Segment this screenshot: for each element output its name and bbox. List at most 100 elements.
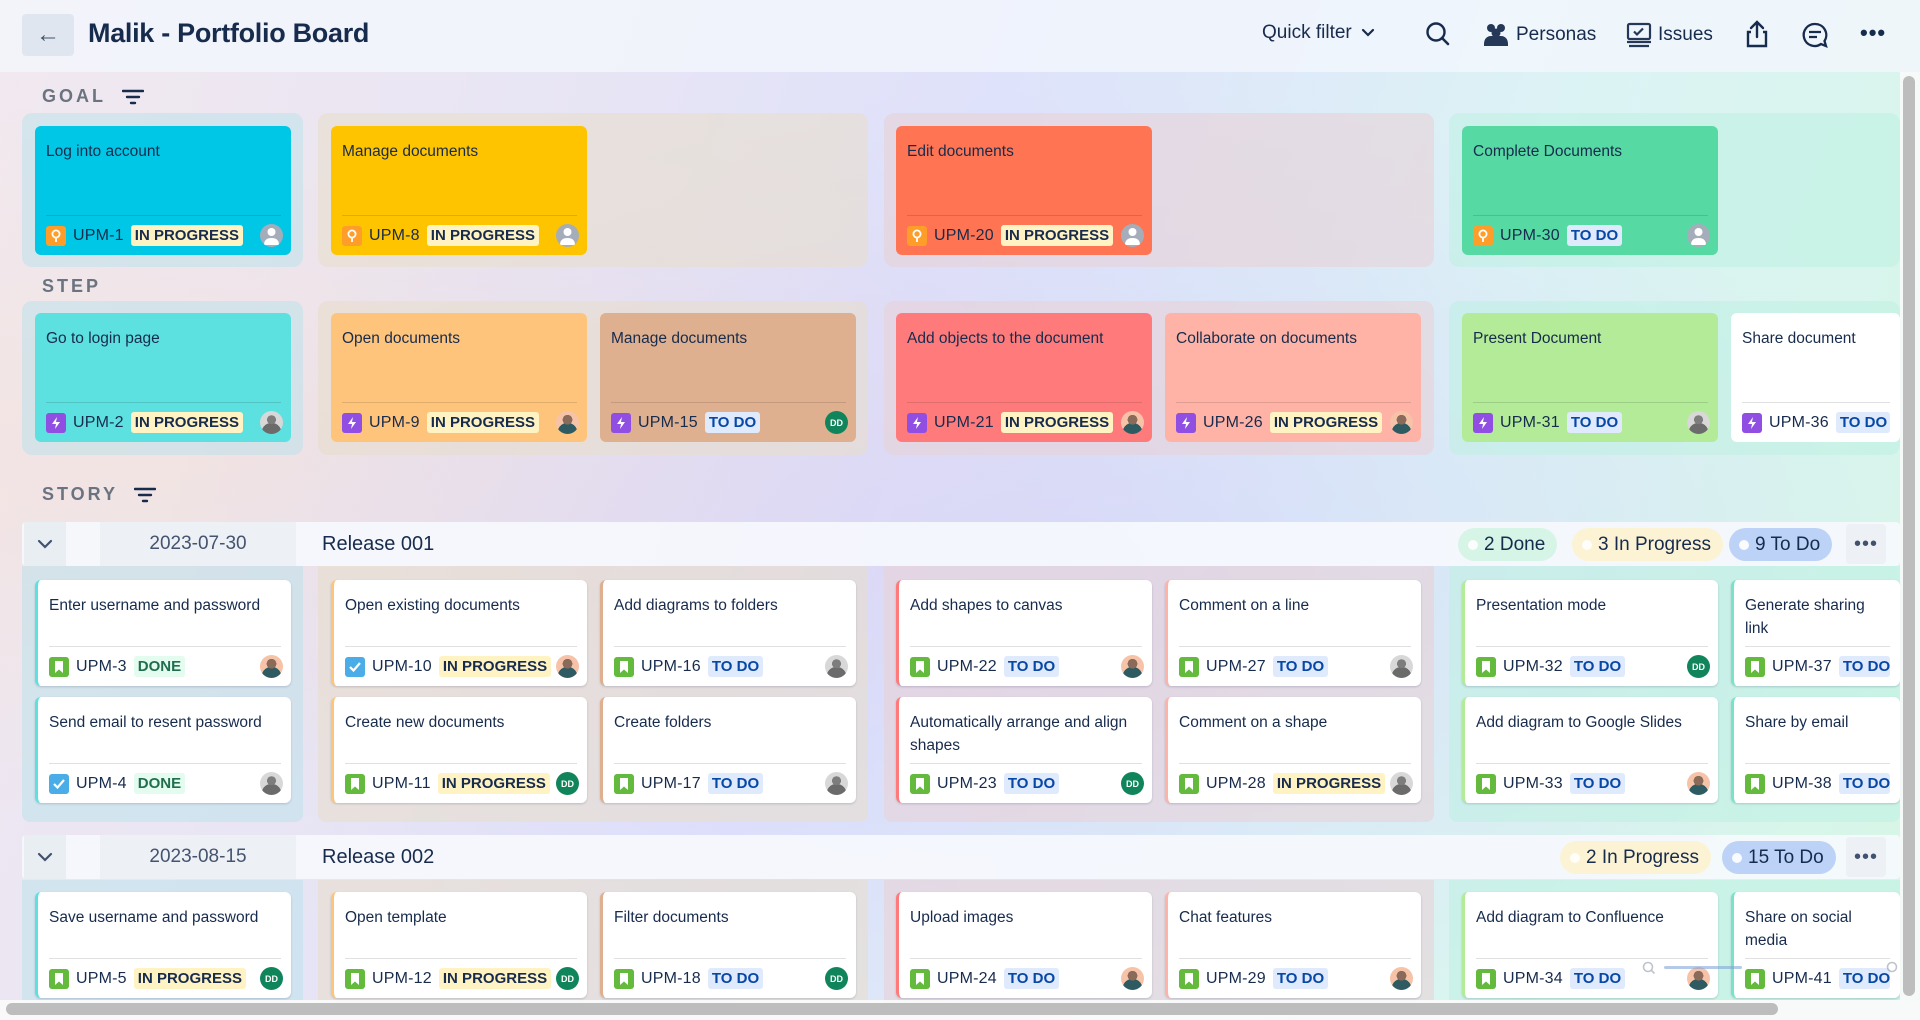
status-badge[interactable]: IN PROGRESS xyxy=(1000,225,1114,246)
story-card[interactable]: Open existing documents UPM-10 IN PROGRESS xyxy=(331,580,587,686)
status-badge[interactable]: TO DO xyxy=(1566,412,1623,433)
status-badge[interactable]: IN PROGRESS xyxy=(438,656,552,677)
status-badge[interactable]: IN PROGRESS xyxy=(130,225,243,246)
horizontal-scrollbar-thumb[interactable] xyxy=(6,1003,1778,1015)
collapse-release-button[interactable] xyxy=(24,835,66,879)
story-card[interactable]: Add shapes to canvas UPM-22 TO DO xyxy=(896,580,1152,686)
status-badge[interactable]: IN PROGRESS xyxy=(1269,412,1383,433)
status-badge[interactable]: IN PROGRESS xyxy=(426,225,539,246)
assignee-avatar[interactable]: DD xyxy=(825,411,848,434)
personas-button[interactable]: Personas xyxy=(1482,22,1596,48)
status-badge[interactable]: DONE xyxy=(133,656,186,677)
issue-key[interactable]: UPM-29 xyxy=(1206,970,1266,988)
story-card[interactable]: Comment on a line UPM-27 TO DO xyxy=(1165,580,1421,686)
comments-button[interactable] xyxy=(1801,21,1829,49)
story-card[interactable]: Share on social media UPM-41 TO DO xyxy=(1731,892,1900,998)
status-badge[interactable]: IN PROGRESS xyxy=(1000,412,1114,433)
issue-key[interactable]: UPM-9 xyxy=(369,414,420,432)
status-badge[interactable]: TO DO xyxy=(1569,773,1626,794)
quick-filter-dropdown[interactable]: Quick filter xyxy=(1262,22,1378,44)
status-badge[interactable]: TO DO xyxy=(1838,773,1890,794)
issue-key[interactable]: UPM-12 xyxy=(372,970,432,988)
assignee-avatar[interactable]: DD xyxy=(825,967,848,990)
status-badge[interactable]: TO DO xyxy=(1569,968,1626,989)
story-card[interactable]: Save username and password UPM-5 IN PROGRE… xyxy=(35,892,291,998)
filter-icon[interactable] xyxy=(122,88,144,106)
status-badge[interactable]: DONE xyxy=(133,773,186,794)
status-badge[interactable]: IN PROGRESS xyxy=(1272,773,1386,794)
issue-key[interactable]: UPM-3 xyxy=(76,658,127,676)
issue-key[interactable]: UPM-10 xyxy=(372,658,432,676)
assignee-avatar[interactable] xyxy=(556,655,579,678)
assignee-avatar[interactable] xyxy=(260,411,283,434)
issue-key[interactable]: UPM-5 xyxy=(76,970,127,988)
assignee-avatar[interactable]: DD xyxy=(556,967,579,990)
issue-key[interactable]: UPM-31 xyxy=(1500,414,1560,432)
assignee-avatar[interactable] xyxy=(825,772,848,795)
issue-key[interactable]: UPM-1 xyxy=(73,227,124,245)
goal-card[interactable]: Edit documents UPM-20 IN PROGRESS xyxy=(896,126,1152,255)
assignee-avatar[interactable] xyxy=(1390,655,1413,678)
release-name[interactable]: Release 002 xyxy=(322,835,434,879)
issue-key[interactable]: UPM-26 xyxy=(1203,414,1263,432)
story-card[interactable]: Create folders UPM-17 TO DO xyxy=(600,697,856,803)
zoom-slider[interactable] xyxy=(1642,960,1902,980)
assignee-avatar[interactable] xyxy=(825,655,848,678)
step-card[interactable]: Present Document UPM-31 TO DO xyxy=(1462,313,1718,442)
step-card[interactable]: Add objects to the document UPM-21 IN PROG… xyxy=(896,313,1152,442)
status-badge[interactable]: IN PROGRESS xyxy=(133,968,246,989)
step-card[interactable]: Open documents UPM-9 IN PROGRESS xyxy=(331,313,587,442)
release-date[interactable]: 2023-08-15 xyxy=(100,835,296,879)
assignee-avatar[interactable] xyxy=(1390,772,1413,795)
filter-icon[interactable] xyxy=(134,486,157,504)
release-more-button[interactable]: ••• xyxy=(1846,524,1886,564)
story-card[interactable]: Filter documents UPM-18 TO DO DD xyxy=(600,892,856,998)
back-button[interactable]: ← xyxy=(22,14,74,56)
status-badge[interactable]: TO DO xyxy=(1003,968,1060,989)
issue-key[interactable]: UPM-16 xyxy=(641,658,701,676)
status-badge[interactable]: IN PROGRESS xyxy=(438,968,552,989)
story-card[interactable]: Presentation mode UPM-32 TO DO DD xyxy=(1462,580,1718,686)
step-card[interactable]: Share document UPM-36 TO DO xyxy=(1731,313,1900,442)
assignee-avatar[interactable] xyxy=(1687,411,1710,434)
issue-key[interactable]: UPM-23 xyxy=(937,775,997,793)
status-badge[interactable]: IN PROGRESS xyxy=(437,773,550,794)
assignee-avatar[interactable]: DD xyxy=(1687,655,1710,678)
issue-key[interactable]: UPM-4 xyxy=(76,775,127,793)
story-card[interactable]: Create new documents UPM-11 IN PROGRESS DD xyxy=(331,697,587,803)
status-badge[interactable]: TO DO xyxy=(1569,656,1626,677)
goal-card[interactable]: Manage documents UPM-8 IN PROGRESS xyxy=(331,126,587,255)
assignee-avatar[interactable] xyxy=(1687,224,1710,247)
story-card[interactable]: Chat features UPM-29 TO DO xyxy=(1165,892,1421,998)
status-badge[interactable]: TO DO xyxy=(707,656,764,677)
step-card[interactable]: Go to login page UPM-2 IN PROGRESS xyxy=(35,313,291,442)
assignee-avatar[interactable] xyxy=(1121,224,1144,247)
story-card[interactable]: Upload images UPM-24 TO DO xyxy=(896,892,1152,998)
assignee-avatar[interactable] xyxy=(1390,411,1413,434)
status-badge[interactable]: TO DO xyxy=(1003,656,1060,677)
story-card[interactable]: Add diagram to Confluence UPM-34 TO DO xyxy=(1462,892,1718,998)
issue-key[interactable]: UPM-24 xyxy=(937,970,997,988)
issue-key[interactable]: UPM-34 xyxy=(1503,970,1563,988)
issue-key[interactable]: UPM-11 xyxy=(372,775,431,793)
assignee-avatar[interactable]: DD xyxy=(556,772,579,795)
story-card[interactable]: Generate sharing link UPM-37 TO DO xyxy=(1731,580,1900,686)
release-date[interactable]: 2023-07-30 xyxy=(100,522,296,566)
collapse-release-button[interactable] xyxy=(24,522,66,566)
issue-key[interactable]: UPM-15 xyxy=(638,414,698,432)
issue-key[interactable]: UPM-37 xyxy=(1772,658,1832,676)
status-badge[interactable]: TO DO xyxy=(1566,225,1623,246)
search-button[interactable] xyxy=(1424,20,1452,48)
assignee-avatar[interactable] xyxy=(260,772,283,795)
issue-key[interactable]: UPM-20 xyxy=(934,227,994,245)
issue-key[interactable]: UPM-2 xyxy=(73,414,124,432)
status-badge[interactable]: IN PROGRESS xyxy=(130,412,243,433)
status-badge[interactable]: TO DO xyxy=(704,412,761,433)
step-card[interactable]: Collaborate on documents UPM-26 IN PROGRES… xyxy=(1165,313,1421,442)
status-badge[interactable]: TO DO xyxy=(707,968,764,989)
assignee-avatar[interactable]: DD xyxy=(1121,772,1144,795)
issue-key[interactable]: UPM-21 xyxy=(934,414,994,432)
issue-key[interactable]: UPM-38 xyxy=(1772,775,1832,793)
release-more-button[interactable]: ••• xyxy=(1846,837,1886,877)
issue-key[interactable]: UPM-30 xyxy=(1500,227,1560,245)
